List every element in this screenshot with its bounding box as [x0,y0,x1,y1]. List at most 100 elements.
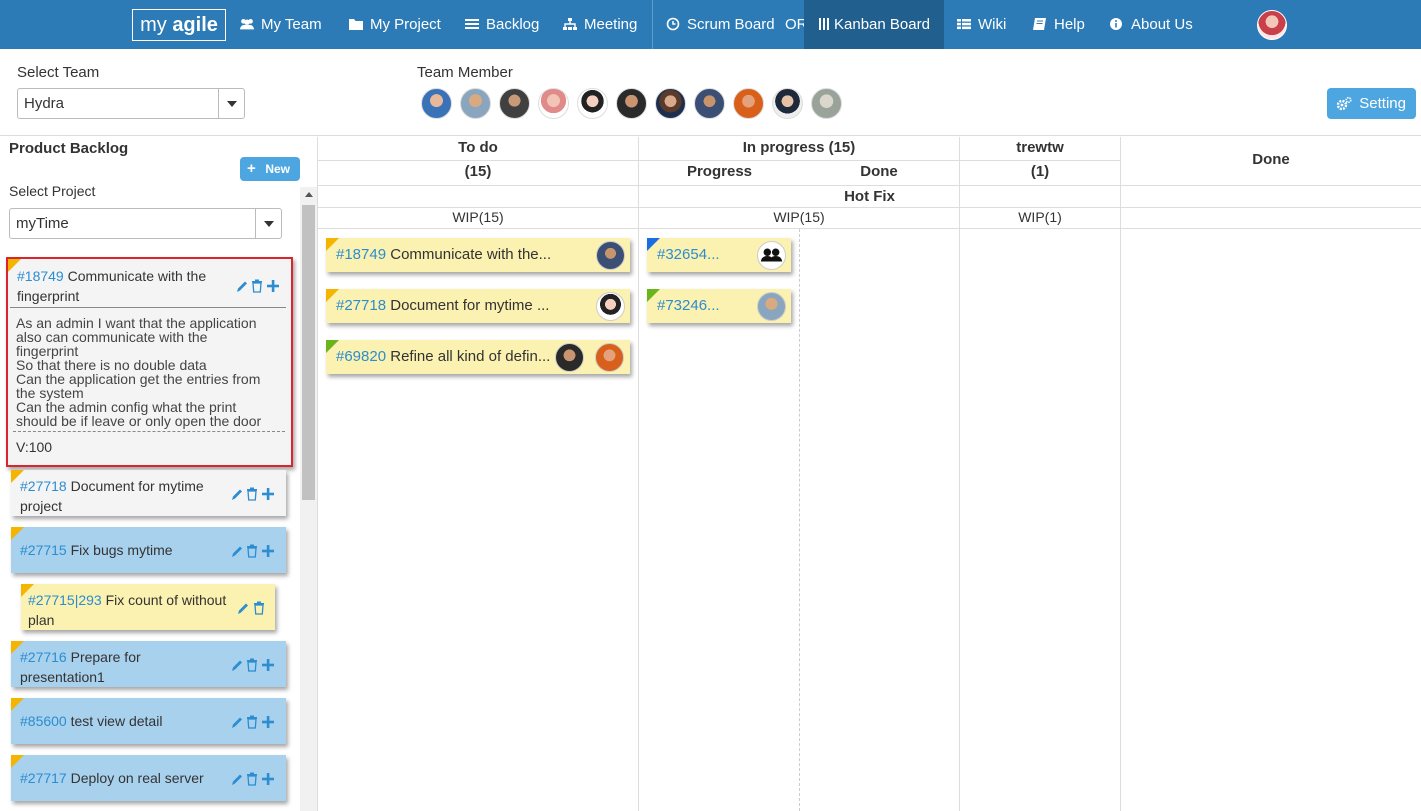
priority-flag [11,755,24,768]
backlog-item-id[interactable]: #27718 [20,478,67,494]
backlog-item-id[interactable]: #18749 [17,268,64,284]
list-icon [465,19,479,29]
edit-pencil-icon[interactable] [231,715,243,729]
edit-pencil-icon[interactable] [237,601,249,615]
scroll-up-arrow-icon[interactable] [305,192,313,197]
backlog-subtask[interactable]: #27715|293 Fix count of without plan [21,584,275,630]
backlog-item[interactable]: #27717 Deploy on real server [11,755,286,801]
backlog-item-id[interactable]: #27715|293 [28,592,102,608]
member-avatar[interactable] [499,88,530,119]
project-select[interactable]: myTime [9,208,282,239]
user-avatar[interactable] [1257,10,1287,40]
assignee-avatar[interactable] [555,343,584,372]
column-header-trewtw: trewtw [1016,139,1064,156]
member-avatar[interactable] [460,88,491,119]
kanban-card-id[interactable]: #32654... [657,246,720,263]
header-row-divider [317,160,1120,161]
board-border [317,137,318,811]
delete-trash-icon[interactable] [246,544,258,558]
add-child-plus-icon[interactable] [262,772,274,786]
column-header-in-progress: In progress (15) [742,139,856,156]
kanban-card[interactable]: #69820 Refine all kind of defin... [326,340,630,374]
new-backlog-button[interactable]: + New [240,157,300,181]
assignee-avatar[interactable] [596,241,625,270]
scroll-thumb[interactable] [302,205,315,500]
nav-scrum-board-label: Scrum Board [687,16,775,33]
app-logo[interactable]: my agile [132,9,226,41]
member-avatar[interactable] [616,88,647,119]
nav-help[interactable]: Help [1032,0,1085,49]
backlog-item-id[interactable]: #27717 [20,770,67,786]
team-select[interactable]: Hydra [17,88,245,119]
delete-trash-icon[interactable] [246,772,258,786]
setting-button[interactable]: Setting [1327,88,1416,119]
backlog-item-id[interactable]: #85600 [20,713,67,729]
backlog-item-id[interactable]: #27715 [20,542,67,558]
kanban-card-id[interactable]: #73246... [657,297,720,314]
edit-pencil-icon[interactable] [236,279,248,293]
add-child-plus-icon[interactable] [262,715,274,729]
team-users-icon[interactable] [757,241,786,270]
delete-trash-icon[interactable] [246,487,258,501]
delete-trash-icon[interactable] [251,279,263,293]
nav-my-project[interactable]: My Project [348,0,441,49]
assignee-avatar[interactable] [595,343,624,372]
nav-meeting[interactable]: Meeting [562,0,637,49]
nav-wiki[interactable]: Wiki [956,0,1006,49]
add-child-plus-icon[interactable] [262,658,274,672]
add-child-plus-icon[interactable] [262,487,274,501]
nav-kanban-board-label: Kanban Board [834,16,930,33]
member-avatar[interactable] [538,88,569,119]
member-avatar[interactable] [694,88,725,119]
member-avatar[interactable] [811,88,842,119]
kanban-card[interactable]: #18749 Communicate with the... [326,238,630,272]
delete-trash-icon[interactable] [246,715,258,729]
backlog-item[interactable]: #27715 Fix bugs mytime [11,527,286,573]
member-avatar[interactable] [577,88,608,119]
backlog-item-id[interactable]: #27716 [20,649,67,665]
delete-trash-icon[interactable] [253,601,265,615]
nav-scrum-board[interactable]: Scrum Board [665,0,775,49]
member-avatar[interactable] [772,88,803,119]
kanban-card[interactable]: #27718 Document for mytime ... [326,289,630,323]
users-icon [239,19,255,30]
member-avatar[interactable] [421,88,452,119]
edit-pencil-icon[interactable] [231,487,243,501]
backlog-item[interactable]: #85600 test view detail [11,698,286,744]
member-avatar[interactable] [655,88,686,119]
nav-about-us-label: About Us [1131,16,1193,33]
nav-about-us[interactable]: About Us [1109,0,1193,49]
backlog-item-selected[interactable]: #18749 Communicate with the fingerprint … [6,257,293,467]
backlog-item[interactable]: #27716 Prepare for presentation1 [11,641,286,687]
priority-flag [647,289,660,302]
kanban-card[interactable]: #32654... [647,238,791,272]
nav-my-project-label: My Project [370,16,441,33]
edit-pencil-icon[interactable] [231,772,243,786]
assignee-avatar[interactable] [757,292,786,321]
nav-backlog[interactable]: Backlog [464,0,539,49]
kanban-card-title: Communicate with the... [390,246,552,263]
nav-help-label: Help [1054,16,1085,33]
backlog-item-title: test view detail [70,713,163,729]
add-child-plus-icon[interactable] [267,279,279,293]
priority-flag [326,340,339,353]
nav-my-team[interactable]: My Team [239,0,322,49]
kanban-card[interactable]: #73246... [647,289,791,323]
kanban-card-id[interactable]: #69820 [336,348,386,365]
column-divider [1120,137,1121,811]
kanban-card-id[interactable]: #27718 [336,297,386,314]
nav-kanban-board[interactable]: Kanban Board [804,0,944,49]
assignee-avatar[interactable] [596,292,625,321]
add-child-plus-icon[interactable] [262,544,274,558]
backlog-scrollbar[interactable] [300,187,317,811]
edit-pencil-icon[interactable] [231,544,243,558]
kanban-card-id[interactable]: #18749 [336,246,386,263]
edit-pencil-icon[interactable] [231,658,243,672]
member-avatar[interactable] [733,88,764,119]
priority-flag [11,698,24,711]
delete-trash-icon[interactable] [246,658,258,672]
nav-separator [652,0,653,49]
nav-backlog-label: Backlog [486,16,540,33]
backlog-item[interactable]: #27718 Document for mytime project [11,470,286,516]
subcolumn-divider [799,229,800,811]
